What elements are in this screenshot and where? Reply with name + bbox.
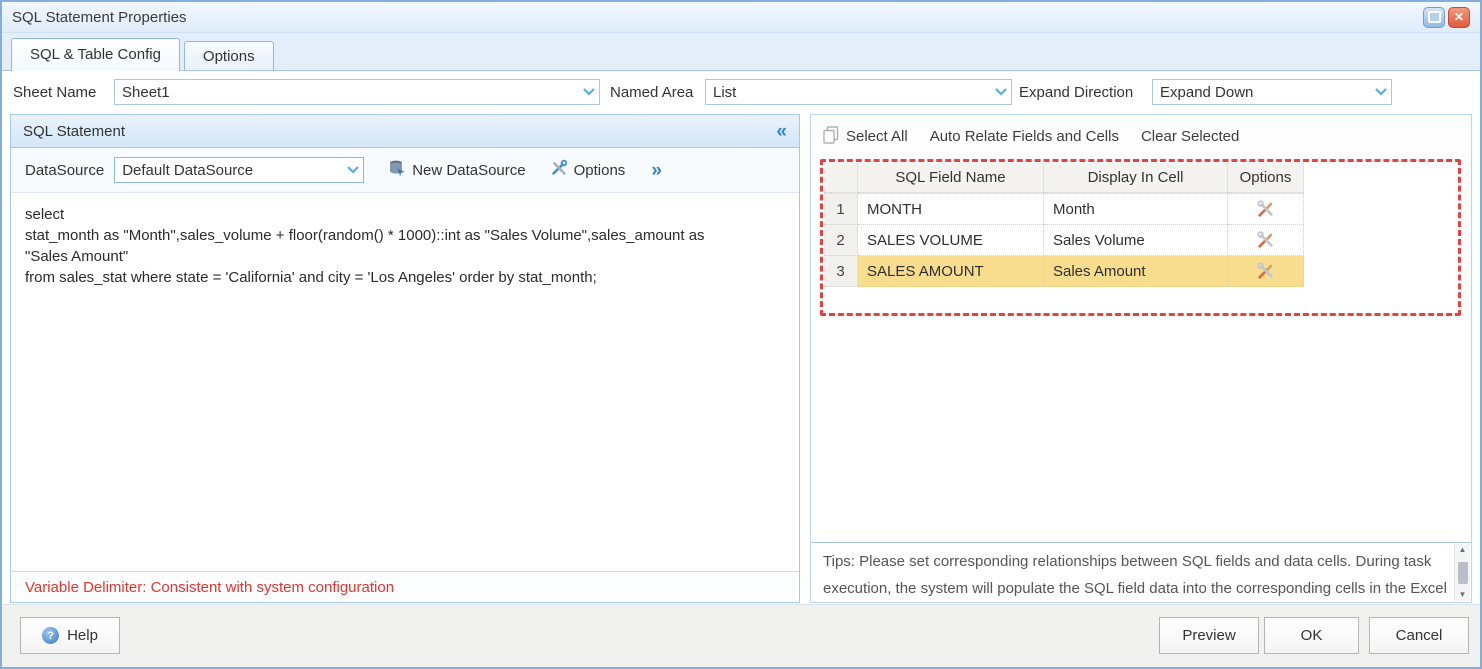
- copy-pages-icon: [823, 126, 839, 148]
- tab-bar: SQL & Table Config Options: [2, 33, 1480, 71]
- datasource-select[interactable]: Default DataSource: [114, 157, 364, 183]
- named-area-select[interactable]: List: [705, 79, 1012, 105]
- help-icon: ?: [42, 627, 59, 644]
- named-area-value: List: [706, 84, 991, 101]
- datasource-value: Default DataSource: [115, 162, 343, 179]
- sheet-name-value: Sheet1: [115, 84, 579, 101]
- header-display-in-cell: Display In Cell: [1044, 163, 1228, 193]
- datasource-options-label: Options: [574, 162, 626, 179]
- sql-panel-header: SQL Statement «: [11, 115, 799, 148]
- select-all-label: Select All: [846, 128, 908, 145]
- sql-statement-panel: SQL Statement « DataSource Default DataS…: [10, 114, 800, 603]
- help-button[interactable]: ? Help: [20, 617, 120, 654]
- sql-field-name-cell[interactable]: SALES AMOUNT: [858, 256, 1044, 287]
- config-row: Sheet Name Sheet1 Named Area List Expand…: [2, 71, 1480, 113]
- table-row-selected[interactable]: 3 SALES AMOUNT Sales Amount: [824, 256, 1304, 287]
- row-options-button[interactable]: [1228, 225, 1304, 256]
- row-number: 2: [824, 225, 858, 256]
- tips-scrollbar[interactable]: ▲ ▼: [1454, 544, 1470, 601]
- chevron-down-icon: [579, 88, 599, 96]
- tools-icon: [550, 159, 568, 181]
- variable-delimiter-note: Variable Delimiter: Consistent with syst…: [11, 571, 799, 602]
- collapse-panel-icon[interactable]: «: [776, 122, 787, 141]
- mapping-table-highlight: SQL Field Name Display In Cell Options 1…: [820, 159, 1461, 316]
- sql-panel-title: SQL Statement: [23, 123, 125, 140]
- help-label: Help: [67, 627, 98, 644]
- auto-relate-button[interactable]: Auto Relate Fields and Cells: [930, 128, 1119, 145]
- preview-button[interactable]: Preview: [1159, 617, 1259, 654]
- expand-direction-select[interactable]: Expand Down: [1152, 79, 1392, 105]
- chevron-down-icon: [343, 166, 363, 174]
- sql-field-name-cell[interactable]: MONTH: [858, 194, 1044, 225]
- clear-selected-button[interactable]: Clear Selected: [1141, 128, 1239, 145]
- chevron-down-icon: [991, 88, 1011, 96]
- tab-sql-table-config[interactable]: SQL & Table Config: [11, 38, 180, 71]
- header-options: Options: [1228, 163, 1304, 193]
- table-row[interactable]: 2 SALES VOLUME Sales Volume: [824, 225, 1304, 256]
- table-header-row: SQL Field Name Display In Cell Options: [824, 163, 1304, 194]
- display-in-cell-cell[interactable]: Sales Volume: [1044, 225, 1228, 256]
- footer-bar: ? Help Preview OK Cancel: [2, 604, 1480, 667]
- row-number: 3: [824, 256, 858, 287]
- mapping-toolbar: Select All Auto Relate Fields and Cells …: [811, 115, 1471, 158]
- dialog-title: SQL Statement Properties: [12, 9, 187, 26]
- new-datasource-button[interactable]: New DataSource: [388, 159, 525, 181]
- mapping-table: SQL Field Name Display In Cell Options 1…: [824, 163, 1304, 287]
- table-row[interactable]: 1 MONTH Month: [824, 194, 1304, 225]
- display-in-cell-cell[interactable]: Month: [1044, 194, 1228, 225]
- field-mapping-panel: Select All Auto Relate Fields and Cells …: [810, 114, 1472, 603]
- sql-field-name-cell[interactable]: SALES VOLUME: [858, 225, 1044, 256]
- sql-statement-editor[interactable]: select stat_month as "Month",sales_volum…: [11, 194, 799, 571]
- tab-options[interactable]: Options: [184, 41, 274, 70]
- scroll-down-icon[interactable]: ▼: [1459, 591, 1467, 599]
- expand-direction-label: Expand Direction: [1019, 71, 1133, 113]
- datasource-label: DataSource: [25, 162, 104, 179]
- database-icon: [388, 159, 406, 181]
- header-sql-field-name: SQL Field Name: [858, 163, 1044, 193]
- cancel-button[interactable]: Cancel: [1369, 617, 1469, 654]
- datasource-options-button[interactable]: Options: [550, 159, 626, 181]
- row-options-button[interactable]: [1228, 256, 1304, 287]
- row-number: 1: [824, 194, 858, 225]
- scrollbar-thumb[interactable]: [1458, 562, 1468, 584]
- named-area-label: Named Area: [610, 71, 693, 113]
- minimize-icon[interactable]: [1423, 7, 1445, 28]
- tips-box: Tips: Please set corresponding relations…: [811, 542, 1471, 602]
- scroll-up-icon[interactable]: ▲: [1459, 546, 1467, 554]
- chevron-down-icon: [1371, 88, 1391, 96]
- expand-direction-value: Expand Down: [1153, 84, 1371, 101]
- header-row-number: [824, 163, 858, 193]
- display-in-cell-cell[interactable]: Sales Amount: [1044, 256, 1228, 287]
- sql-statement-properties-dialog: SQL Statement Properties ✕ SQL & Table C…: [0, 0, 1482, 669]
- row-options-button[interactable]: [1228, 194, 1304, 225]
- titlebar: SQL Statement Properties ✕: [2, 2, 1480, 33]
- window-controls: ✕: [1423, 7, 1470, 28]
- close-icon[interactable]: ✕: [1448, 7, 1470, 28]
- minimize-glyph: [1428, 11, 1441, 23]
- select-all-button[interactable]: Select All: [823, 126, 908, 148]
- more-tools-icon[interactable]: »: [651, 161, 662, 180]
- datasource-toolbar: DataSource Default DataSource New DataSo…: [11, 148, 799, 193]
- tips-text: Tips: Please set corresponding relations…: [811, 543, 1451, 602]
- ok-button[interactable]: OK: [1264, 617, 1359, 654]
- sheet-name-label: Sheet Name: [13, 71, 96, 113]
- new-datasource-label: New DataSource: [412, 162, 525, 179]
- sheet-name-select[interactable]: Sheet1: [114, 79, 600, 105]
